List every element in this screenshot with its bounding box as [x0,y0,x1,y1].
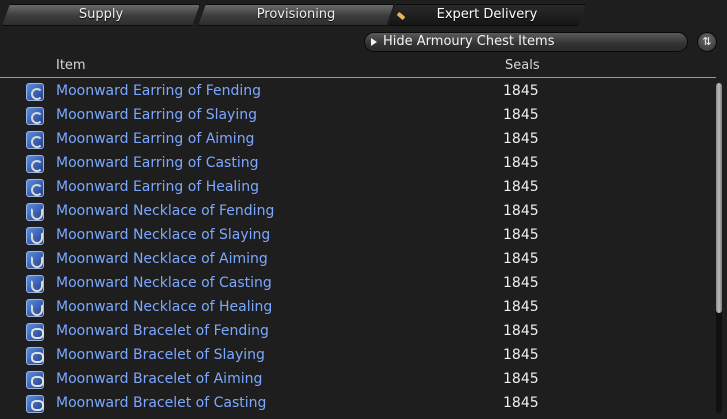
hide-armoury-chest-items-button[interactable]: Hide Armoury Chest Items [364,32,688,52]
item-name[interactable]: Moonward Earring of Casting [56,155,258,171]
list-item[interactable]: Moonward Necklace of Casting 1845 [0,272,716,296]
item-seals: 1845 [503,275,539,291]
item-seals: 1845 [503,227,539,243]
necklace-icon [26,299,44,317]
item-name[interactable]: Moonward Bracelet of Casting [56,395,266,411]
earring-icon [26,83,44,101]
list-item[interactable]: Moonward Bracelet of Casting 1845 [0,392,716,416]
bracelet-icon [26,371,44,389]
item-name[interactable]: Moonward Necklace of Casting [56,275,272,291]
column-header: Item Seals [0,57,716,78]
item-name[interactable]: Moonward Necklace of Fending [56,203,274,219]
list-item[interactable]: Moonward Earring of Fending 1845 [0,80,716,104]
item-name[interactable]: Moonward Necklace of Slaying [56,227,270,243]
filter-label: Hide Armoury Chest Items [383,34,555,49]
list-item[interactable]: Moonward Bracelet of Aiming 1845 [0,368,716,392]
sort-button[interactable]: ⇅ [697,32,717,52]
list-item[interactable]: Moonward Necklace of Fending 1845 [0,200,716,224]
item-seals: 1845 [503,131,539,147]
item-name[interactable]: Moonward Necklace of Aiming [56,251,268,267]
tab-label: Supply [78,7,124,22]
item-name[interactable]: Moonward Bracelet of Fending [56,323,269,339]
column-item[interactable]: Item [56,58,86,73]
item-seals: 1845 [503,83,539,99]
item-name[interactable]: Moonward Earring of Slaying [56,107,257,123]
necklace-icon [26,203,44,221]
item-seals: 1845 [503,347,539,363]
list-item[interactable]: Moonward Earring of Slaying 1845 [0,104,716,128]
item-seals: 1845 [503,155,539,171]
list-item[interactable]: Moonward Earring of Aiming 1845 [0,128,716,152]
column-seals[interactable]: Seals [505,58,540,73]
tab-provisioning[interactable]: Provisioning [198,4,394,26]
item-name[interactable]: Moonward Necklace of Healing [56,299,272,315]
list-item[interactable]: Moonward Bracelet of Slaying 1845 [0,344,716,368]
tab-label: Expert Delivery [436,7,538,22]
item-seals: 1845 [503,179,539,195]
necklace-icon [26,275,44,293]
scrollbar[interactable] [716,83,722,413]
item-seals: 1845 [503,395,539,411]
earring-icon [26,107,44,125]
item-seals: 1845 [503,251,539,267]
item-name[interactable]: Moonward Bracelet of Aiming [56,371,262,387]
list-item[interactable]: Moonward Bracelet of Fending 1845 [0,320,716,344]
item-name[interactable]: Moonward Earring of Healing [56,179,259,195]
earring-icon [26,155,44,173]
earring-icon [26,131,44,149]
item-seals: 1845 [503,107,539,123]
tab-expert-delivery[interactable]: Expert Delivery [388,4,586,26]
list-item[interactable]: Moonward Necklace of Healing 1845 [0,296,716,320]
tab-label: Provisioning [256,7,336,22]
item-seals: 1845 [503,323,539,339]
list-item[interactable]: Moonward Earring of Healing 1845 [0,176,716,200]
item-seals: 1845 [503,203,539,219]
bracelet-icon [26,323,44,341]
list-item[interactable]: Moonward Necklace of Aiming 1845 [0,248,716,272]
tab-bar: Supply Provisioning Expert Delivery [0,4,590,26]
item-name[interactable]: Moonward Earring of Fending [56,83,261,99]
item-seals: 1845 [503,299,539,315]
list-item[interactable]: Moonward Necklace of Slaying 1845 [0,224,716,248]
necklace-icon [26,251,44,269]
item-name[interactable]: Moonward Bracelet of Slaying [56,347,265,363]
item-seals: 1845 [503,371,539,387]
tab-supply[interactable]: Supply [2,4,200,26]
bracelet-icon [26,347,44,365]
earring-icon [26,179,44,197]
necklace-icon [26,227,44,245]
play-triangle-icon [371,38,377,46]
scrollbar-thumb[interactable] [716,83,722,313]
active-tab-marker-icon [397,12,406,20]
item-name[interactable]: Moonward Earring of Aiming [56,131,254,147]
bracelet-icon [26,395,44,413]
list-item[interactable]: Moonward Earring of Casting 1845 [0,152,716,176]
sort-arrows-icon: ⇅ [702,35,712,48]
item-list: Moonward Earring of Fending 1845 Moonwar… [0,80,716,419]
